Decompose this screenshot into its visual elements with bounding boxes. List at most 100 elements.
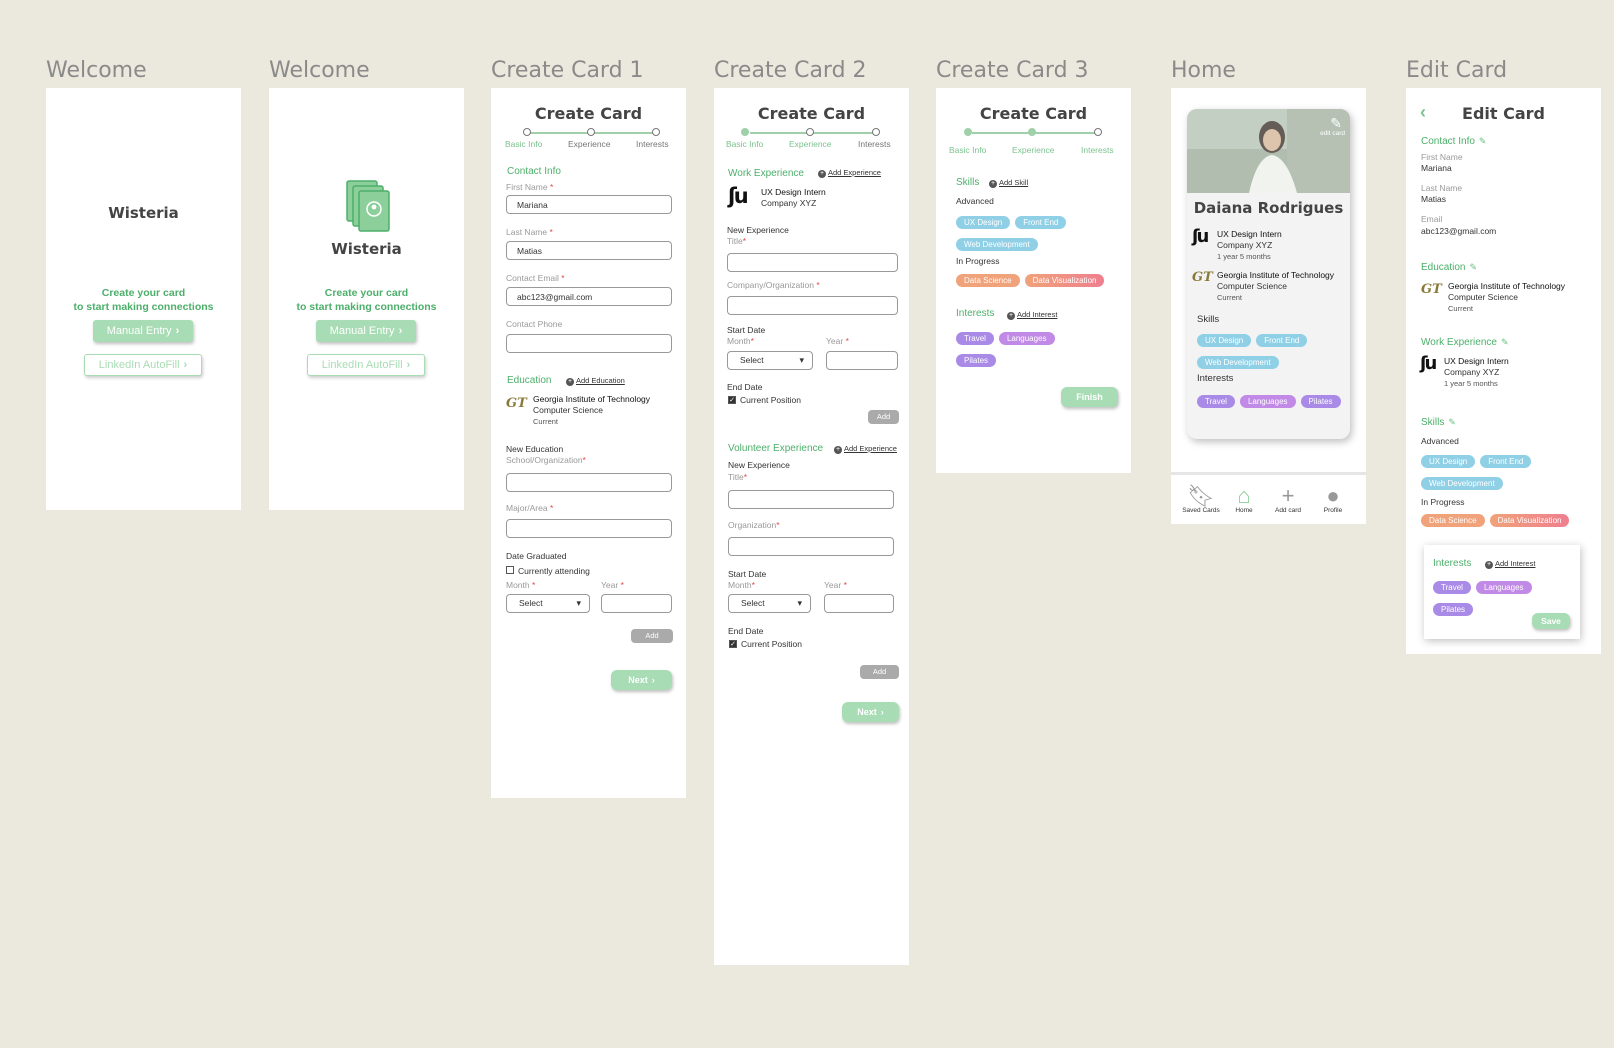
bottom-nav: 🔖︎ Saved Cards ⌂ Home + Add card ● Profile bbox=[1171, 472, 1366, 524]
georgia-tech-logo-icon: GT bbox=[506, 396, 527, 411]
advanced-label: Advanced bbox=[956, 196, 994, 206]
add-work-button[interactable]: Add bbox=[868, 410, 899, 424]
year-input[interactable] bbox=[824, 594, 894, 613]
currently-attending-checkbox[interactable] bbox=[506, 566, 514, 574]
page-title: Create Card bbox=[979, 104, 1088, 123]
field-label: Contact Email * bbox=[506, 273, 565, 283]
month-select[interactable]: Select ▾ bbox=[727, 351, 813, 370]
chevron-down-icon: ▾ bbox=[799, 355, 804, 365]
home-icon: ⌂ bbox=[1237, 483, 1251, 508]
field-label: Title* bbox=[728, 472, 748, 482]
welcome-screen-1: Wisteria Create your card to start making… bbox=[46, 88, 241, 510]
page-title: Create Card bbox=[534, 104, 643, 123]
edit-card-label[interactable]: edit card bbox=[1320, 130, 1345, 137]
major-input[interactable] bbox=[506, 519, 672, 538]
add-interest-link[interactable]: + Add Interest bbox=[1485, 559, 1535, 569]
skill-tag[interactable]: Front End bbox=[1015, 216, 1067, 229]
year-input[interactable] bbox=[826, 351, 898, 370]
interests-label: Interests bbox=[1197, 373, 1234, 384]
last-name-input[interactable]: Matias bbox=[506, 241, 672, 260]
company-logo-icon: ʃu bbox=[728, 184, 749, 208]
skill-tag[interactable]: Data Science bbox=[1421, 514, 1485, 527]
last-name-label: Last Name bbox=[1421, 183, 1463, 193]
linkedin-autofill-button[interactable]: LinkedIn AutoFill › bbox=[84, 354, 202, 376]
first-name-input[interactable]: Mariana bbox=[506, 195, 672, 214]
company-input[interactable] bbox=[727, 296, 898, 315]
nav-add-card[interactable]: + Add card bbox=[1268, 485, 1308, 515]
finish-button[interactable]: Finish bbox=[1061, 387, 1118, 407]
current-position-label: Current Position bbox=[740, 395, 801, 405]
nav-profile[interactable]: ● Profile bbox=[1313, 485, 1353, 515]
pencil-icon[interactable]: ✎ bbox=[1501, 337, 1509, 347]
phone-input[interactable] bbox=[506, 334, 672, 353]
skill-tag[interactable]: UX Design bbox=[1421, 455, 1476, 468]
interest-tag[interactable]: Languages bbox=[998, 332, 1055, 345]
frame-title-home: Home bbox=[1171, 58, 1236, 83]
field-label: Organization* bbox=[728, 520, 780, 530]
first-name-value: Mariana bbox=[1421, 163, 1452, 173]
next-button[interactable]: Next › bbox=[842, 702, 899, 722]
home-screen: ✎ edit card Daiana Rodrigues ʃu UX Desig… bbox=[1171, 88, 1366, 524]
skill-tag: UX Design bbox=[1197, 334, 1252, 347]
end-date-label: End Date bbox=[728, 626, 764, 636]
skill-tag[interactable]: Web Development bbox=[1421, 477, 1503, 490]
interest-tag[interactable]: Pilates bbox=[1433, 603, 1474, 616]
section-volunteer-experience: Volunteer Experience bbox=[728, 443, 824, 454]
add-volunteer-link[interactable]: + Add Experience bbox=[834, 444, 897, 454]
pencil-icon[interactable]: ✎ bbox=[1469, 262, 1477, 272]
email-label: Email bbox=[1421, 214, 1443, 224]
section-contact-info: Contact Info ✎ bbox=[1421, 136, 1487, 147]
interest-tag[interactable]: Travel bbox=[956, 332, 994, 345]
chevron-right-icon: › bbox=[651, 675, 655, 685]
frame-title-edit: Edit Card bbox=[1406, 58, 1508, 83]
interest-tag[interactable]: Pilates bbox=[956, 354, 997, 367]
interest-tag[interactable]: Travel bbox=[1433, 581, 1471, 594]
skill-tag[interactable]: Data Science bbox=[956, 274, 1020, 287]
add-interest-link[interactable]: + Add Interest bbox=[1007, 310, 1057, 320]
linkedin-autofill-button[interactable]: LinkedIn AutoFill › bbox=[307, 354, 425, 376]
add-education-link[interactable]: + Add Education bbox=[566, 376, 625, 386]
skill-tag[interactable]: Data Visualization bbox=[1489, 514, 1570, 527]
organization-input[interactable] bbox=[728, 537, 894, 556]
next-button[interactable]: Next › bbox=[611, 670, 672, 690]
new-education-label: New Education bbox=[506, 444, 564, 454]
chevron-right-icon: › bbox=[183, 359, 188, 371]
school-input[interactable] bbox=[506, 473, 672, 492]
nav-home[interactable]: ⌂ Home bbox=[1224, 483, 1264, 515]
skill-tag[interactable]: Front End bbox=[1480, 455, 1532, 468]
current-position-checkbox[interactable]: ✓ bbox=[728, 396, 736, 404]
email-input[interactable]: abc123@gmail.com bbox=[506, 287, 672, 306]
section-skills: Skills bbox=[956, 177, 980, 188]
nav-saved-cards[interactable]: 🔖︎ Saved Cards bbox=[1181, 485, 1221, 515]
georgia-tech-logo-icon: GT bbox=[1192, 270, 1213, 285]
section-skills: Skills ✎ bbox=[1421, 417, 1456, 428]
add-skill-link[interactable]: + Add Skill bbox=[989, 178, 1028, 188]
manual-entry-button[interactable]: Manual Entry › bbox=[316, 320, 416, 342]
add-experience-link[interactable]: + Add Experience bbox=[818, 168, 881, 178]
save-button[interactable]: Save bbox=[1532, 613, 1570, 629]
month-select[interactable]: Select ▾ bbox=[506, 594, 590, 613]
volunteer-title-input[interactable] bbox=[728, 490, 894, 509]
manual-entry-button[interactable]: Manual Entry › bbox=[93, 320, 193, 342]
year-input[interactable] bbox=[601, 594, 672, 613]
company-logo-icon: ʃu bbox=[1192, 226, 1209, 247]
title-input[interactable] bbox=[727, 253, 898, 272]
month-select[interactable]: Select ▾ bbox=[728, 594, 811, 613]
skill-tag: Front End bbox=[1256, 334, 1308, 347]
add-education-button[interactable]: Add bbox=[631, 629, 673, 643]
pencil-icon[interactable]: ✎ bbox=[1448, 417, 1456, 427]
skill-tag[interactable]: Web Development bbox=[956, 238, 1038, 251]
plus-icon: + bbox=[1485, 561, 1493, 569]
interest-tag[interactable]: Languages bbox=[1475, 581, 1532, 594]
field-label: Year * bbox=[826, 336, 849, 346]
current-position-checkbox[interactable]: ✓ bbox=[729, 640, 737, 648]
skill-tag[interactable]: Data Visualization bbox=[1024, 274, 1105, 287]
section-work-experience: Work Experience ✎ bbox=[1421, 337, 1509, 348]
date-graduated-label: Date Graduated bbox=[506, 551, 567, 561]
experience-entry: UX Design Intern Company XYZ 1 year 5 mo… bbox=[1444, 356, 1509, 388]
skill-tag[interactable]: UX Design bbox=[956, 216, 1011, 229]
pencil-icon[interactable]: ✎ bbox=[1479, 136, 1487, 146]
current-position-label: Current Position bbox=[741, 639, 802, 649]
add-volunteer-button[interactable]: Add bbox=[860, 665, 899, 679]
section-education: Education ✎ bbox=[1421, 262, 1478, 273]
